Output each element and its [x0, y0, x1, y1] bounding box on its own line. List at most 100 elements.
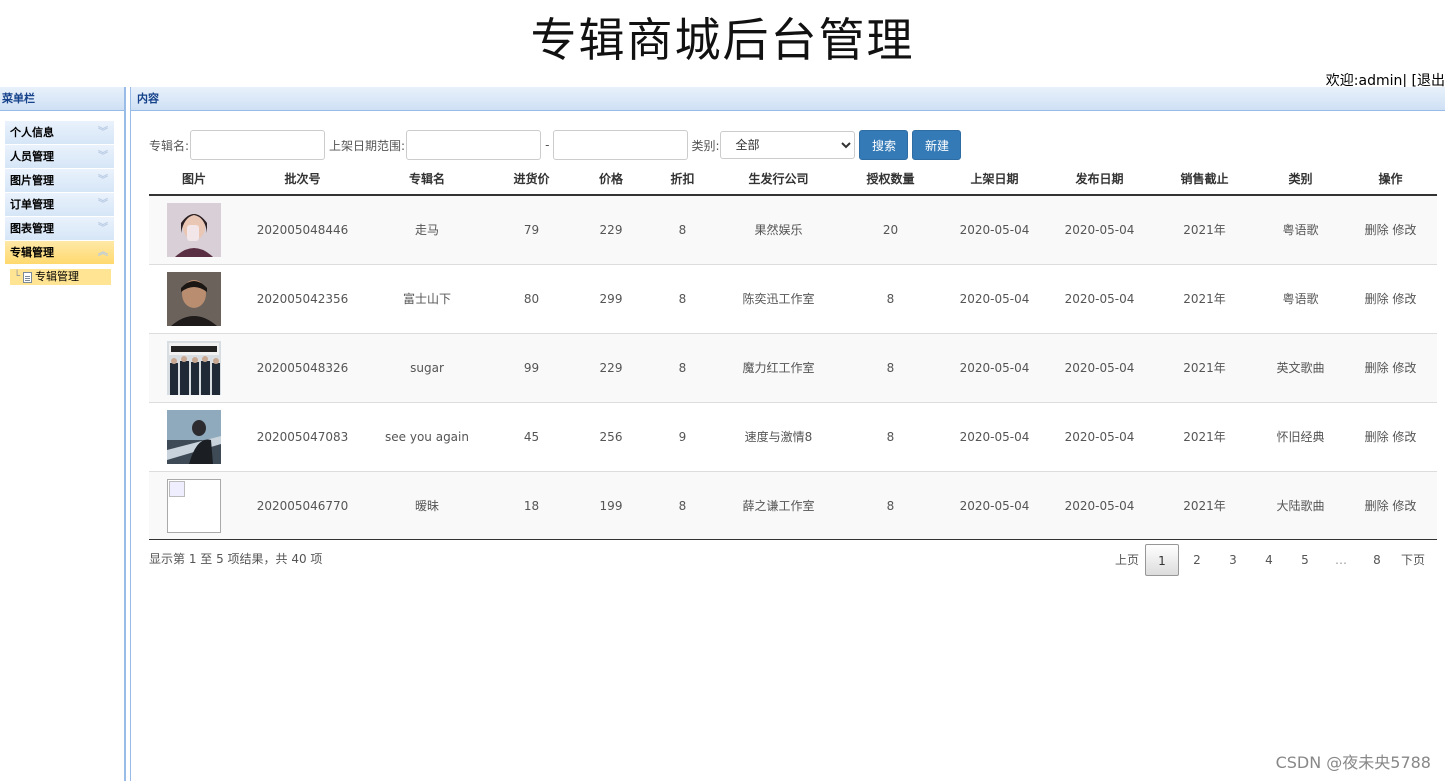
album-name-cell: see you again: [366, 401, 488, 471]
category-label: 类别:: [691, 138, 720, 153]
chevron-down-icon: ︾: [98, 199, 108, 210]
pager-ellipsis: …: [1335, 553, 1347, 567]
cost-cell: 80: [488, 263, 575, 333]
sidebar-item-label: 图片管理: [10, 174, 54, 187]
date-from-input[interactable]: [406, 130, 542, 160]
pager-next-button[interactable]: 下页: [1395, 544, 1431, 576]
broken-image-icon: [167, 478, 221, 533]
cost-cell: 45: [488, 401, 575, 471]
company-cell: 魔力红工作室: [718, 332, 839, 402]
sale-end-cell: 2021年: [1152, 401, 1257, 471]
sidebar-item-label: 个人信息: [10, 126, 54, 139]
edit-link[interactable]: 修改: [1392, 292, 1416, 306]
actions-cell: 删除 修改: [1344, 332, 1437, 402]
release-date-cell: 2020-05-04: [1047, 470, 1152, 540]
delete-link[interactable]: 删除: [1365, 430, 1389, 444]
album-name-input[interactable]: [190, 130, 326, 160]
shelf-date-cell: 2020-05-04: [942, 332, 1047, 402]
sidebar-item-charts[interactable]: 图表管理 ︾: [5, 217, 114, 241]
licenses-cell: 8: [839, 470, 942, 540]
batch-cell: 202005048326: [239, 332, 366, 402]
sale-end-cell: 2021年: [1152, 332, 1257, 402]
company-cell: 陈奕迅工作室: [718, 263, 839, 333]
album-name-cell: sugar: [366, 332, 488, 402]
new-button[interactable]: 新建: [912, 130, 962, 160]
discount-cell: 8: [647, 194, 718, 264]
album-cover-image: [167, 271, 221, 326]
sidebar-subitem-albums[interactable]: └ 专辑管理: [10, 269, 111, 285]
sidebar-item-label: 专辑管理: [10, 246, 54, 259]
column-header: 专辑名: [366, 163, 488, 196]
album-name-cell: 富士山下: [366, 263, 488, 333]
category-cell: 粤语歌: [1257, 263, 1344, 333]
pager-page[interactable]: 3: [1215, 544, 1251, 576]
pager-page-current[interactable]: 1: [1145, 544, 1179, 576]
category-cell: 大陆歌曲: [1257, 470, 1344, 540]
album-name-label: 专辑名:: [149, 138, 190, 153]
sidebar: 菜单栏 个人信息 ︾ 人员管理 ︾ 图片管理 ︾ 订单管理 ︾ 图表管理 ︾ 专辑管理 ︽ …: [0, 87, 126, 781]
category-cell: 英文歌曲: [1257, 332, 1344, 402]
licenses-cell: 20: [839, 194, 942, 264]
pager-page[interactable]: 5: [1287, 544, 1323, 576]
column-header: 进货价: [488, 163, 575, 196]
sidebar-subitem-label: 专辑管理: [35, 270, 80, 283]
album-cover-image: [167, 202, 221, 257]
date-separator: -: [545, 138, 550, 152]
content-header: 内容: [131, 87, 1445, 111]
delete-link[interactable]: 删除: [1365, 499, 1389, 513]
shelf-date-cell: 2020-05-04: [942, 401, 1047, 471]
chevron-up-icon: ︽: [98, 247, 108, 258]
edit-link[interactable]: 修改: [1392, 499, 1416, 513]
album-cover-image: [167, 409, 221, 464]
chevron-down-icon: ︾: [98, 151, 108, 162]
tree-connector-icon: └: [14, 271, 21, 282]
batch-cell: 202005048446: [239, 194, 366, 264]
table-row: 202005042356 富士山下 80 299 8 陈奕迅工作室 8 2020…: [149, 263, 1437, 333]
discount-cell: 8: [647, 332, 718, 402]
chevron-down-icon: ︾: [98, 175, 108, 186]
pager-page-last[interactable]: 8: [1359, 544, 1395, 576]
sidebar-item-personal-info[interactable]: 个人信息 ︾: [5, 121, 114, 145]
column-header: 发布日期: [1047, 163, 1152, 196]
chevron-down-icon: ︾: [98, 127, 108, 138]
shelf-date-cell: 2020-05-04: [942, 263, 1047, 333]
edit-link[interactable]: 修改: [1392, 361, 1416, 375]
release-date-cell: 2020-05-04: [1047, 401, 1152, 471]
sidebar-item-label: 图表管理: [10, 222, 54, 235]
release-date-cell: 2020-05-04: [1047, 332, 1152, 402]
column-header: 授权数量: [839, 163, 942, 196]
delete-link[interactable]: 删除: [1365, 223, 1389, 237]
column-header: 图片: [149, 163, 239, 196]
edit-link[interactable]: 修改: [1392, 430, 1416, 444]
cost-cell: 79: [488, 194, 575, 264]
sidebar-item-staff[interactable]: 人员管理 ︾: [5, 145, 114, 169]
search-button[interactable]: 搜索: [859, 130, 909, 160]
pager-prev-button[interactable]: 上页: [1109, 544, 1145, 576]
sale-end-cell: 2021年: [1152, 194, 1257, 264]
pager-page[interactable]: 4: [1251, 544, 1287, 576]
licenses-cell: 8: [839, 401, 942, 471]
sidebar-item-albums[interactable]: 专辑管理 ︽: [5, 241, 114, 265]
delete-link[interactable]: 删除: [1365, 361, 1389, 375]
column-header: 操作: [1344, 163, 1437, 196]
price-cell: 229: [575, 332, 647, 402]
actions-cell: 删除 修改: [1344, 263, 1437, 333]
edit-link[interactable]: 修改: [1392, 223, 1416, 237]
batch-cell: 202005046770: [239, 470, 366, 540]
cost-cell: 99: [488, 332, 575, 402]
delete-link[interactable]: 删除: [1365, 292, 1389, 306]
date-range-label: 上架日期范围:: [329, 138, 406, 153]
result-summary: 显示第 1 至 5 项结果，共 40 项: [149, 552, 323, 566]
shelf-date-cell: 2020-05-04: [942, 194, 1047, 264]
release-date-cell: 2020-05-04: [1047, 194, 1152, 264]
category-cell: 怀旧经典: [1257, 401, 1344, 471]
category-select[interactable]: 全部: [720, 131, 856, 159]
sidebar-menu: 个人信息 ︾ 人员管理 ︾ 图片管理 ︾ 订单管理 ︾ 图表管理 ︾ 专辑管理 ︽ └ 专辑…: [0, 111, 124, 285]
sidebar-item-orders[interactable]: 订单管理 ︾: [5, 193, 114, 217]
sidebar-item-images[interactable]: 图片管理 ︾: [5, 169, 114, 193]
watermark: CSDN @夜未央5788: [1275, 753, 1431, 772]
shelf-date-cell: 2020-05-04: [942, 470, 1047, 540]
document-icon: [23, 271, 33, 283]
pager-page[interactable]: 2: [1179, 544, 1215, 576]
date-to-input[interactable]: [553, 130, 689, 160]
